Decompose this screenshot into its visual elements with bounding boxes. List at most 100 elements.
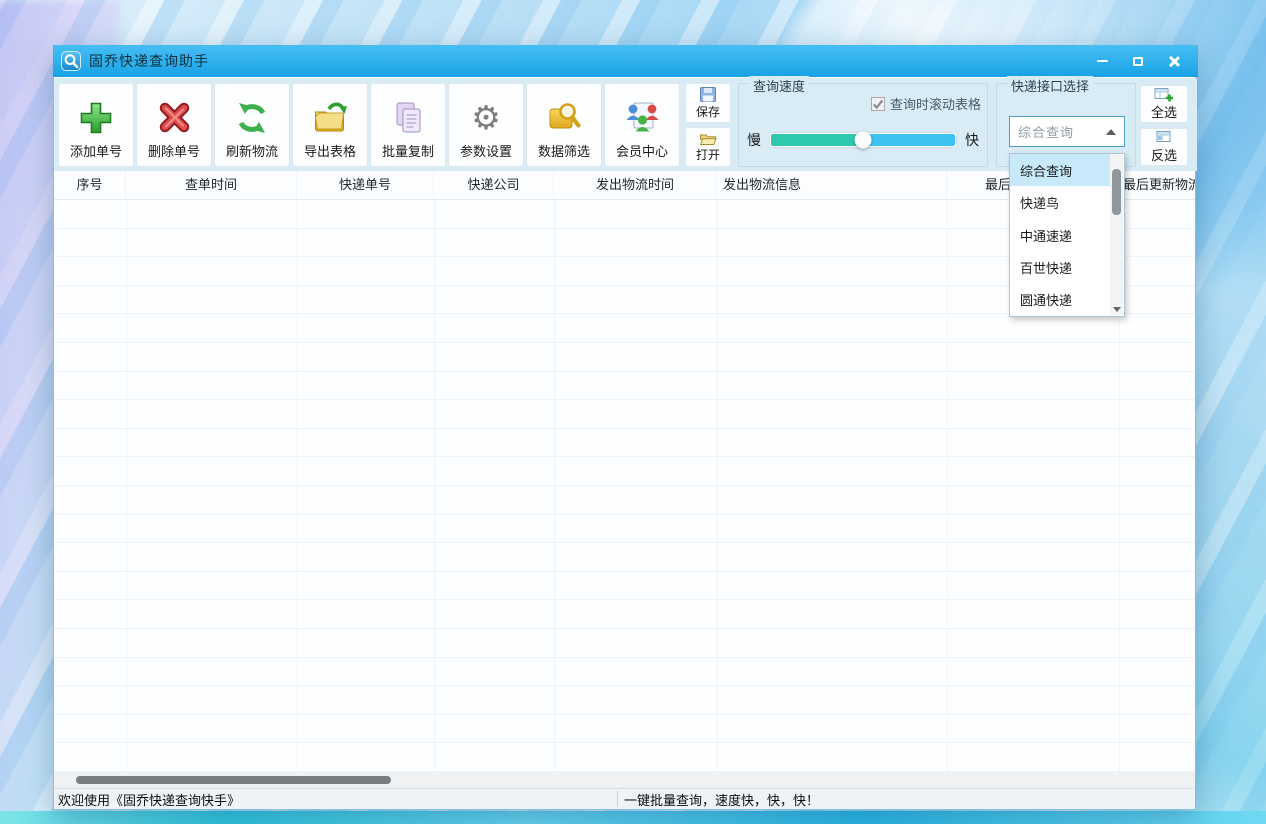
- dropdown-scrollbar[interactable]: [1110, 155, 1123, 315]
- horizontal-scrollbar-thumb[interactable]: [76, 776, 391, 784]
- fast-label: 快: [965, 130, 979, 150]
- minimize-button[interactable]: [1084, 45, 1120, 77]
- button-label: 添加单号: [70, 141, 122, 160]
- parameter-settings-button[interactable]: ⚙ 参数设置: [448, 83, 524, 167]
- button-label: 刷新物流: [226, 141, 278, 160]
- table-row: [54, 600, 1195, 629]
- invert-select-label: 反选: [1151, 145, 1177, 164]
- copy-pages-icon: [390, 99, 426, 137]
- save-button[interactable]: 保存: [685, 83, 731, 123]
- table-row: [54, 486, 1195, 515]
- red-x-icon: [156, 99, 192, 137]
- table-row: [54, 343, 1195, 372]
- table-row: [54, 457, 1195, 486]
- scroll-up-icon[interactable]: [1110, 155, 1123, 167]
- dropdown-option[interactable]: 圆通快递: [1010, 284, 1111, 316]
- save-icon: [699, 86, 717, 103]
- select-all-button[interactable]: 全选: [1140, 85, 1188, 123]
- table-grid-line: [126, 200, 127, 772]
- scroll-table-checkbox-label: 查询时滚动表格: [890, 94, 981, 113]
- open-button[interactable]: 打开: [685, 127, 731, 167]
- slider-fill-left: [771, 134, 864, 146]
- scroll-table-checkbox[interactable]: [871, 97, 885, 111]
- speed-slider-track[interactable]: [769, 132, 957, 148]
- table-row: [54, 400, 1195, 429]
- interface-selected-value: 综合查询: [1010, 122, 1106, 141]
- button-label: 会员中心: [616, 141, 668, 160]
- dropdown-scrollbar-thumb[interactable]: [1112, 169, 1121, 215]
- refresh-logistics-button[interactable]: 刷新物流: [214, 83, 290, 167]
- query-speed-title: 查询速度: [749, 76, 809, 95]
- table-row: [54, 372, 1195, 401]
- open-label: 打开: [696, 146, 720, 163]
- table-row: [54, 715, 1195, 744]
- add-order-button[interactable]: 添加单号: [58, 83, 134, 167]
- scroll-down-icon[interactable]: [1110, 303, 1123, 315]
- table-grid-line: [434, 200, 435, 772]
- table-row: [54, 686, 1195, 715]
- table-grid-line: [297, 200, 298, 772]
- slow-label: 慢: [747, 130, 761, 150]
- maximize-icon: [1133, 57, 1143, 66]
- invert-select-button[interactable]: 反选: [1140, 128, 1188, 166]
- slider-fill-right: [864, 134, 955, 146]
- table-row: [54, 543, 1195, 572]
- table-row: [54, 743, 1195, 772]
- filter-magnifier-icon: [546, 99, 582, 137]
- column-header-dispatch-time[interactable]: 发出物流时间: [554, 171, 717, 199]
- column-header-last-update[interactable]: 最后更新物流: [1119, 171, 1195, 199]
- column-header-dispatch-info[interactable]: 发出物流信息: [717, 171, 947, 199]
- table-row: [54, 572, 1195, 601]
- window-title: 固乔快递查询助手: [89, 51, 209, 71]
- desktop-wallpaper: 固乔快递查询助手 添加单号: [0, 0, 1266, 824]
- checkmark-icon: [872, 98, 884, 110]
- member-center-button[interactable]: 会员中心: [604, 83, 680, 167]
- close-button[interactable]: [1156, 45, 1192, 77]
- gear-icon: ⚙: [468, 99, 504, 137]
- select-all-label: 全选: [1151, 102, 1177, 121]
- dropdown-option[interactable]: 快递鸟: [1010, 186, 1111, 218]
- batch-copy-button[interactable]: 批量复制: [370, 83, 446, 167]
- select-all-grid-icon: [1154, 87, 1174, 102]
- dropdown-option[interactable]: 中通速递: [1010, 219, 1111, 251]
- open-folder-icon: [699, 132, 717, 146]
- delete-order-button[interactable]: 删除单号: [136, 83, 212, 167]
- query-speed-group: 查询速度 查询时滚动表格 慢 快: [738, 83, 988, 167]
- table-row: [54, 629, 1195, 658]
- export-table-button[interactable]: 导出表格: [292, 83, 368, 167]
- status-slogan-text: 一键批量查询，速度快，快，快！: [624, 790, 819, 809]
- table-row: [54, 515, 1195, 544]
- maximize-button[interactable]: [1120, 45, 1156, 77]
- table-grid-line: [947, 200, 948, 772]
- wallpaper-bottom-band: [0, 811, 1266, 824]
- status-bar: 欢迎使用《固乔快递查询快手》 一键批量查询，速度快，快，快！: [54, 788, 1195, 809]
- data-filter-button[interactable]: 数据筛选: [526, 83, 602, 167]
- column-header-tracking-no[interactable]: 快递单号: [297, 171, 434, 199]
- close-icon: [1168, 55, 1180, 67]
- express-interface-title: 快递接口选择: [1007, 76, 1093, 95]
- column-header-query-time[interactable]: 查单时间: [126, 171, 297, 199]
- app-window: 固乔快递查询助手 添加单号: [53, 45, 1196, 810]
- green-plus-icon: [78, 99, 114, 137]
- interface-dropdown-list: 综合查询 快递鸟 中通速递 百世快递 圆通快递: [1009, 153, 1125, 317]
- button-label: 删除单号: [148, 141, 200, 160]
- table-row: [54, 658, 1195, 687]
- save-label: 保存: [696, 103, 720, 120]
- dropdown-option[interactable]: 百世快递: [1010, 251, 1111, 283]
- titlebar[interactable]: 固乔快递查询助手: [53, 45, 1198, 77]
- table-row: [54, 429, 1195, 458]
- horizontal-scrollbar[interactable]: [54, 772, 1195, 788]
- table-row: [54, 314, 1195, 343]
- app-magnifier-icon: [61, 51, 81, 71]
- invert-select-grid-icon: [1154, 130, 1174, 145]
- dropdown-option[interactable]: 综合查询: [1010, 154, 1111, 186]
- interface-combobox[interactable]: 综合查询: [1009, 116, 1125, 147]
- column-header-index[interactable]: 序号: [54, 171, 126, 199]
- table-grid-line: [717, 200, 718, 772]
- folder-export-icon: [312, 99, 348, 137]
- speed-slider-thumb[interactable]: [855, 132, 872, 149]
- button-label: 数据筛选: [538, 141, 590, 160]
- button-label: 导出表格: [304, 141, 356, 160]
- column-header-courier-company[interactable]: 快递公司: [434, 171, 554, 199]
- refresh-arrows-icon: [234, 99, 270, 137]
